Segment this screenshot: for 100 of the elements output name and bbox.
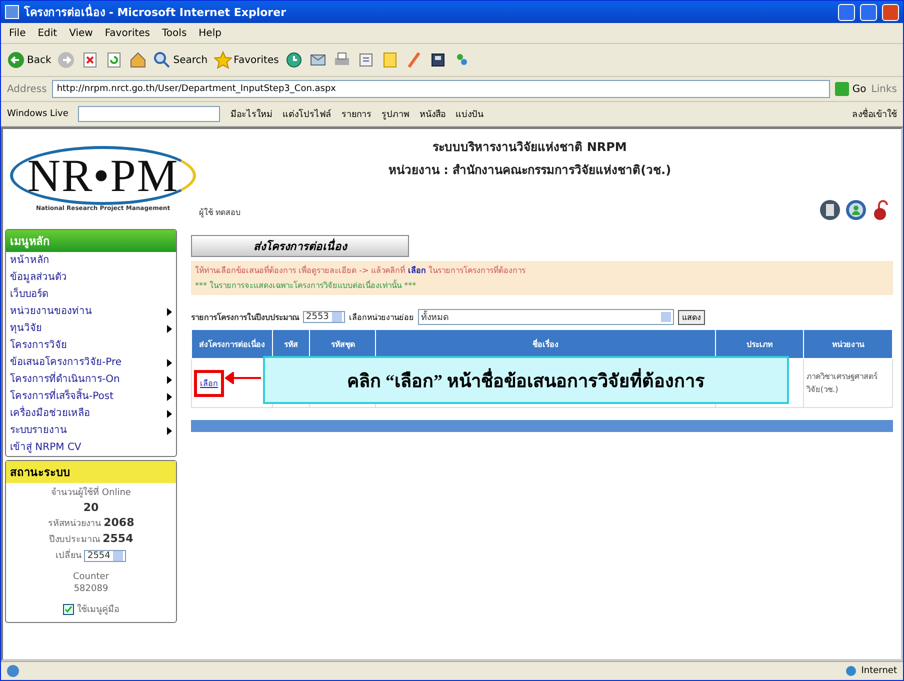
sidebar-item[interactable]: เครื่องมือช่วยเหลือ bbox=[6, 405, 176, 422]
user-name: ผู้ใช้ ทดสอบ bbox=[199, 206, 241, 219]
favorites-icon bbox=[214, 51, 232, 69]
online-count: 20 bbox=[83, 501, 99, 514]
column-header: ประเภท bbox=[715, 330, 804, 358]
sidebar-item[interactable]: โครงการที่ดำเนินการ-On bbox=[6, 371, 176, 388]
toolbar-button[interactable]: Favorites bbox=[214, 51, 279, 69]
refresh-icon bbox=[105, 51, 124, 69]
sidebar-item[interactable]: ข้อมูลส่วนตัว bbox=[6, 269, 176, 286]
search-icon bbox=[153, 51, 172, 69]
menu-item[interactable]: File bbox=[9, 28, 26, 38]
menu-item[interactable]: View bbox=[69, 28, 93, 38]
menu-item[interactable]: Help bbox=[198, 28, 222, 38]
toolbar-button[interactable]: Back bbox=[7, 51, 52, 69]
year-label: รายการโครงการในปีงบประมาณ bbox=[191, 312, 299, 324]
sidebar-item[interactable]: ข้อเสนอโครงการวิจัย-Pre bbox=[6, 354, 176, 371]
toolbar-label: Windows Live bbox=[7, 109, 68, 119]
toolbar-link[interactable]: มีอะไรใหม่ bbox=[230, 107, 272, 121]
back-icon bbox=[7, 51, 25, 69]
window-title: โครงการต่อเนื่อง - Microsoft Internet Explorer bbox=[24, 3, 287, 21]
counter-label: Counter bbox=[73, 572, 109, 582]
page-icon bbox=[7, 665, 19, 677]
fiscal-year: 2554 bbox=[102, 532, 134, 545]
agency-code-label: รหัสหน่วยงาน bbox=[48, 519, 101, 529]
book-icon bbox=[428, 51, 447, 69]
edit-icon bbox=[356, 51, 375, 69]
toolbar-button[interactable]: Search bbox=[153, 51, 208, 69]
column-header: ส่งโครงการต่อเนื่อง bbox=[192, 330, 273, 358]
manual-checkbox[interactable] bbox=[63, 604, 74, 616]
menu-title: เมนูหลัก bbox=[6, 230, 176, 252]
zone-indicator: Internet bbox=[845, 665, 897, 677]
sidebar-item[interactable]: ระบบรายงาน bbox=[6, 422, 176, 439]
callout-arrow bbox=[225, 372, 261, 384]
browser-icon bbox=[5, 5, 19, 19]
submenu-arrow-icon bbox=[167, 410, 172, 418]
column-header: รหัส bbox=[272, 330, 310, 358]
sidebar-item[interactable]: เข้าสู่ NRPM CV bbox=[6, 439, 176, 456]
column-header: ชื่อเรื่อง bbox=[376, 330, 716, 358]
sidebar-item[interactable]: ทุนวิจัย bbox=[6, 320, 176, 337]
instruction-text: ให้ท่านเลือกข้อเสนอที่ต้องการ เพื่อดูรายละเอียด -> แล้วคลิกที่ เลือก ในรายการโครงการที่ต้องการ bbox=[195, 264, 526, 277]
home-icon bbox=[129, 51, 148, 69]
user-icon[interactable] bbox=[845, 199, 867, 221]
year-dropdown[interactable]: 2554 bbox=[84, 550, 126, 562]
toolbar-link[interactable]: รายการ bbox=[341, 107, 372, 121]
sidebar-item[interactable]: โครงการวิจัย bbox=[6, 337, 176, 354]
minimize-button[interactable] bbox=[838, 4, 855, 20]
menu-item[interactable]: Edit bbox=[38, 28, 58, 38]
sidebar-item[interactable]: หน้าหลัก bbox=[6, 252, 176, 269]
toolbar-button[interactable] bbox=[356, 51, 375, 69]
fiscal-year-label: ปีงบประมาณ bbox=[48, 535, 100, 545]
go-button[interactable]: Go bbox=[835, 82, 866, 96]
counter-value: 582089 bbox=[74, 584, 108, 594]
submenu-arrow-icon bbox=[167, 376, 172, 384]
note-icon bbox=[380, 51, 399, 69]
links-button[interactable]: Links bbox=[871, 84, 897, 94]
agency-code: 2068 bbox=[104, 516, 134, 529]
address-field[interactable]: http://nrpm.nrct.go.th/User/Department_InputStep3_Con.aspx bbox=[52, 80, 830, 98]
submenu-arrow-icon bbox=[167, 427, 172, 435]
toolbar-link[interactable]: รูปภาพ bbox=[381, 107, 410, 121]
column-header: รหัสชุด bbox=[310, 330, 376, 358]
search-field[interactable] bbox=[78, 106, 220, 122]
close-button[interactable] bbox=[882, 4, 899, 20]
toolbar-link[interactable]: หนังสือ bbox=[419, 107, 446, 121]
year-dropdown[interactable]: 2553 bbox=[303, 311, 345, 323]
note-text: *** ในรายการจะแสดงเฉพาะโครงการวิจัยแบบต่อเนื่องเท่านั้น *** bbox=[195, 279, 418, 292]
sidebar-item[interactable]: หน่วยงานของท่าน bbox=[6, 303, 176, 320]
submenu-arrow-icon bbox=[167, 325, 172, 333]
online-label: จำนวนผู้ใช้ที่ Online bbox=[51, 485, 131, 499]
send-project-button[interactable]: ส่งโครงการต่อเนื่อง bbox=[191, 235, 409, 257]
unit-dropdown[interactable]: ทั้งหมด bbox=[418, 309, 674, 325]
select-link[interactable]: เลือก bbox=[408, 266, 426, 275]
toolbar-button[interactable] bbox=[428, 51, 447, 69]
submenu-arrow-icon bbox=[167, 359, 172, 367]
toolbar-button[interactable] bbox=[284, 51, 303, 69]
select-link[interactable]: เลือก bbox=[194, 370, 224, 396]
history-icon bbox=[284, 51, 303, 69]
toolbar-link[interactable]: แบ่งปัน bbox=[455, 107, 484, 121]
sidebar-item[interactable]: เว็บบอร์ด bbox=[6, 286, 176, 303]
sidebar-item[interactable]: โครงการที่เสร็จสิ้น-Post bbox=[6, 388, 176, 405]
unit-label: เลือกหน่วยงานย่อย bbox=[348, 312, 414, 324]
callout-box: คลิก “เลือก” หน้าชื่อข้อเสนอการวิจัยที่ต้องการ bbox=[263, 356, 789, 404]
stop-icon bbox=[81, 51, 100, 69]
address-label: Address bbox=[7, 84, 47, 94]
menu-item[interactable]: Tools bbox=[162, 28, 187, 38]
toolbar-link[interactable]: แต่งโปรไฟล์ bbox=[282, 107, 332, 121]
sign-in-link[interactable]: ลงชื่อเข้าใช้ bbox=[852, 107, 897, 121]
column-header: หน่วยงาน bbox=[804, 330, 892, 358]
agency-name: หน่วยงาน : สำนักงานคณะกรรมการวิจัยแห่งชาติ(วช.) bbox=[388, 162, 672, 179]
system-title: ระบบบริหารงานวิจัยแห่งชาติ NRPM bbox=[432, 139, 627, 156]
document-icon[interactable] bbox=[819, 199, 841, 221]
forward-icon bbox=[57, 51, 76, 69]
submenu-arrow-icon bbox=[167, 308, 172, 316]
table-cell: ภาควิชาเศรษฐศาสตร์ วิจัย(วช.) bbox=[804, 358, 892, 408]
menu-item[interactable]: Favorites bbox=[104, 28, 150, 38]
panel-title: สถานะระบบ bbox=[6, 461, 176, 483]
change-label: เปลี่ยน bbox=[56, 551, 82, 561]
checkbox-label: ใช้เมนูคู่มือ bbox=[76, 605, 119, 615]
maximize-button[interactable] bbox=[860, 4, 877, 20]
show-button[interactable]: แสดง bbox=[678, 310, 705, 324]
submenu-arrow-icon bbox=[167, 393, 172, 401]
